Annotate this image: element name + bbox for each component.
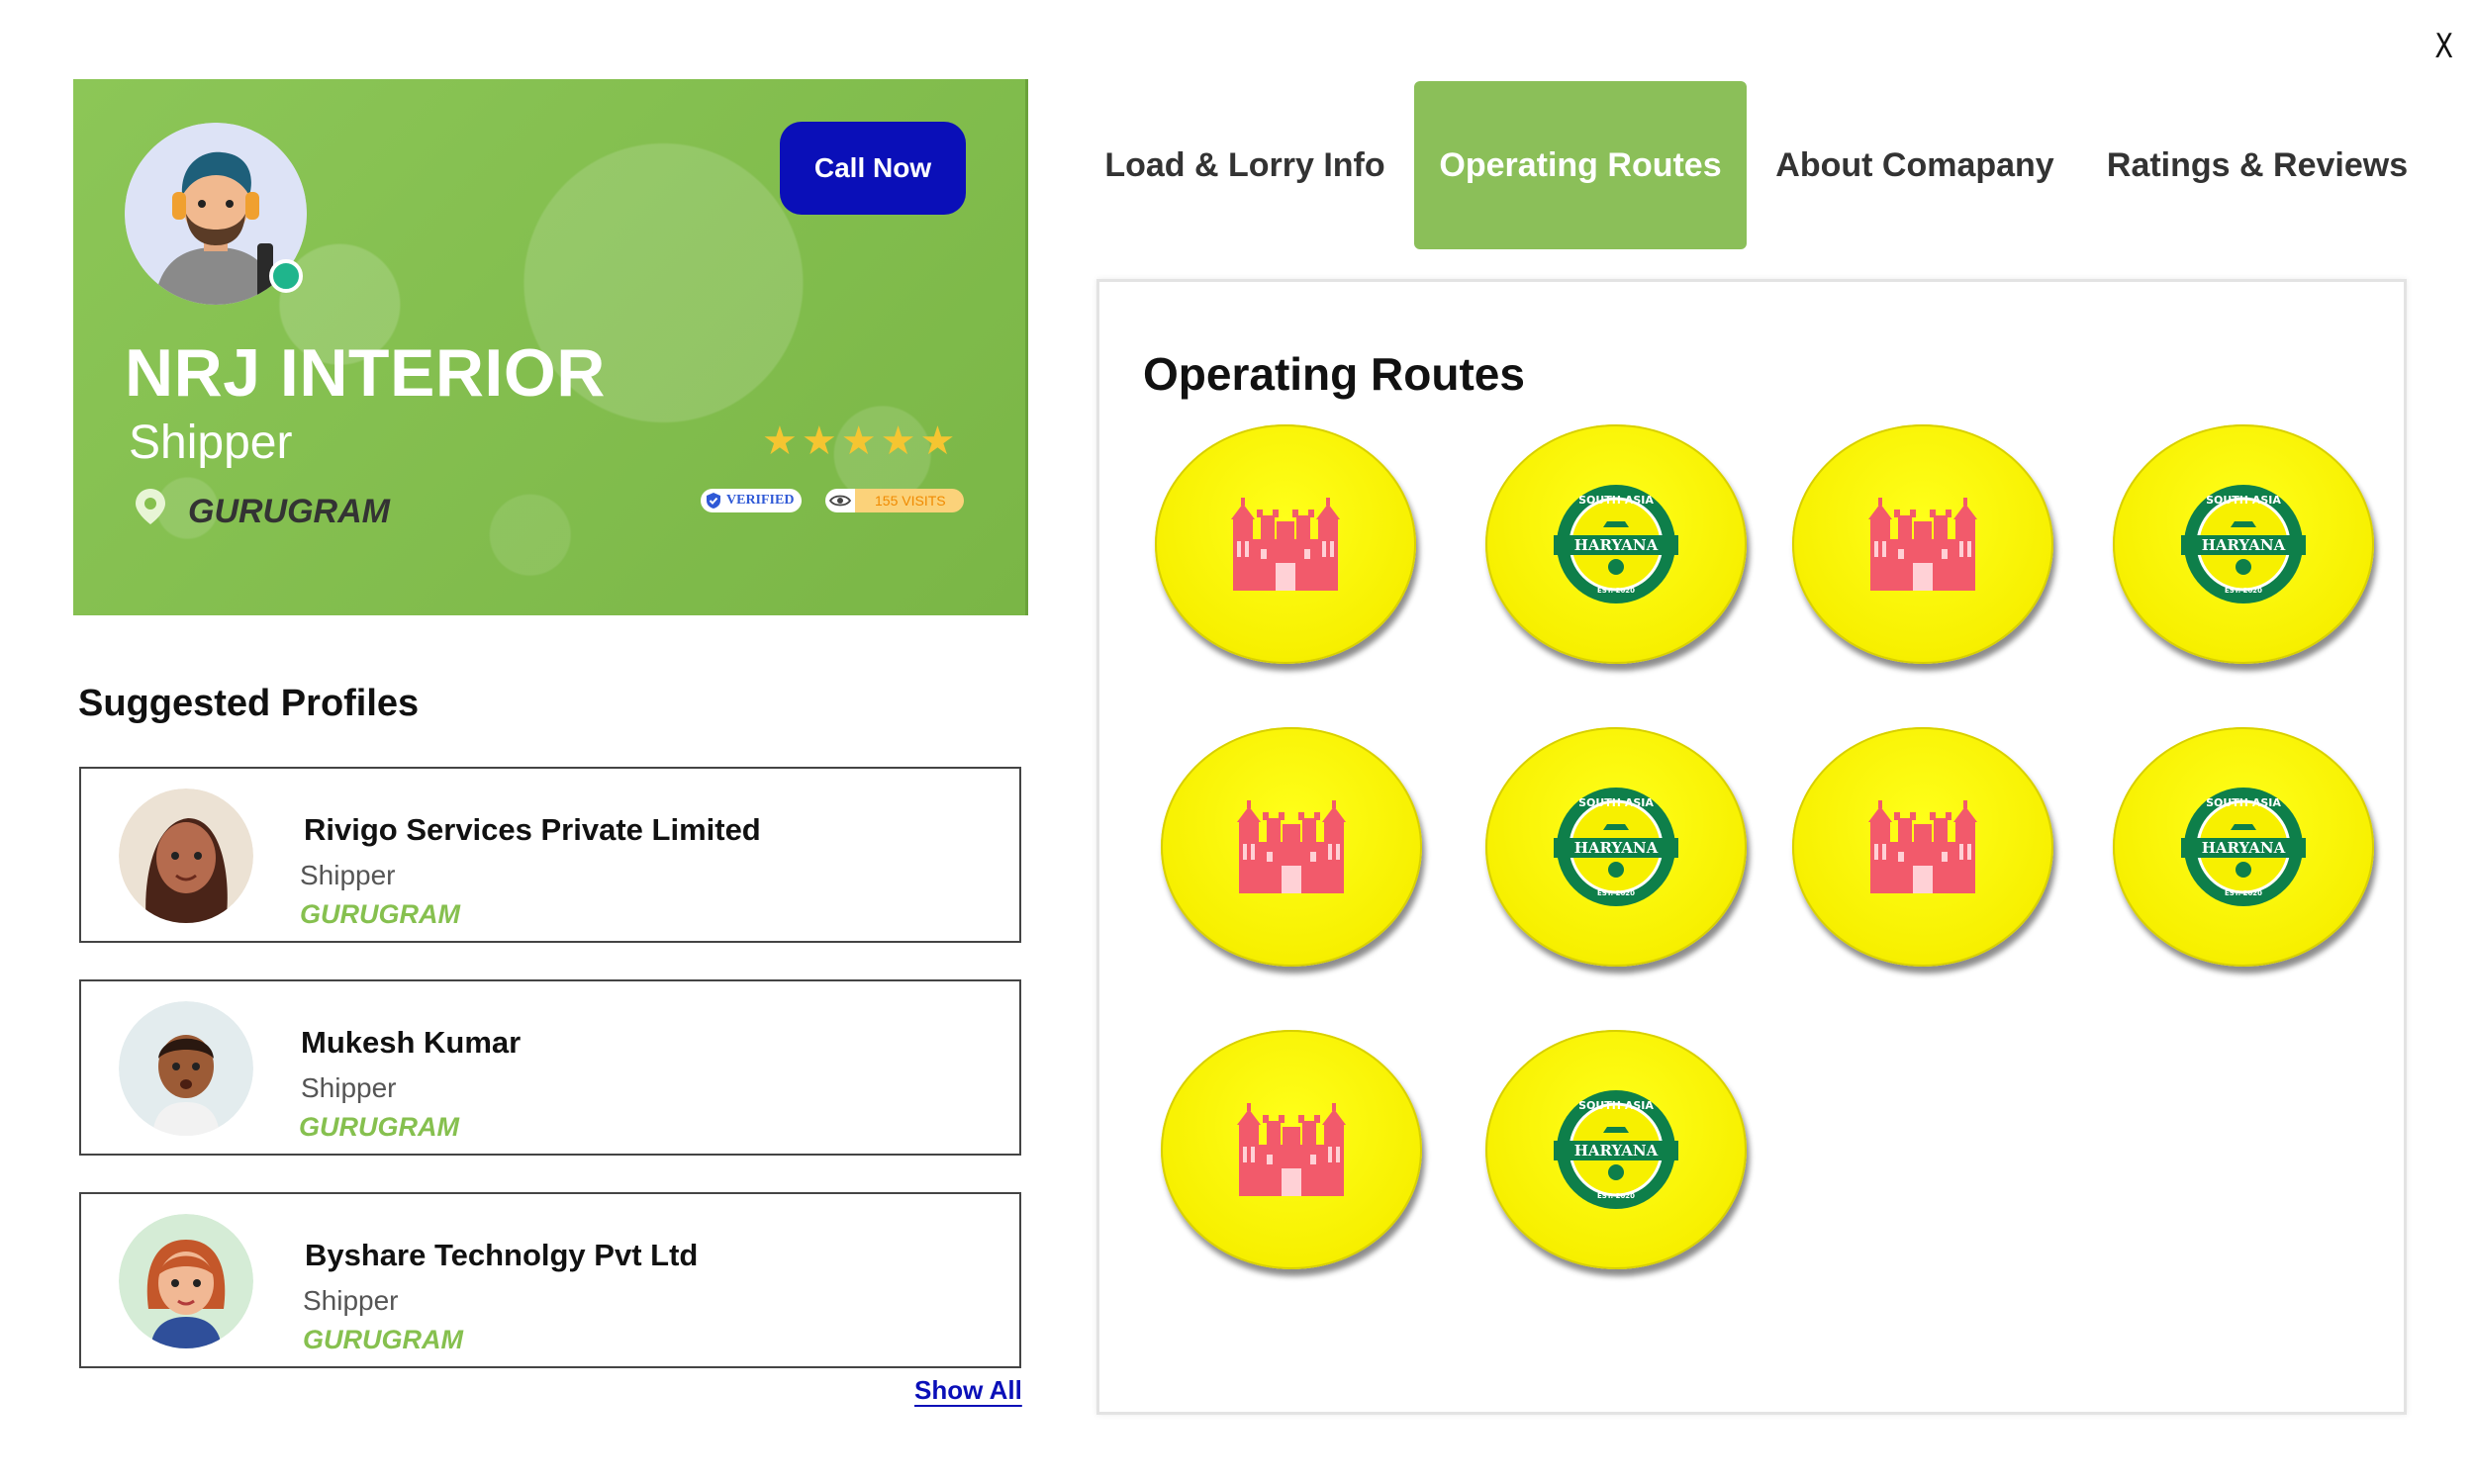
- route-badge[interactable]: [1161, 727, 1422, 967]
- svg-text:HARYANA: HARYANA: [1574, 1142, 1659, 1159]
- svg-text:EST. 2020: EST. 2020: [1597, 587, 1635, 595]
- rating-stars: ★ ★ ★ ★ ★: [762, 421, 955, 461]
- route-badge[interactable]: [1792, 727, 2053, 967]
- verified-badge: VERIFIED: [701, 489, 803, 512]
- suggested-profile-city: GURUGRAM: [303, 1325, 463, 1354]
- svg-text:SOUTH ASIA: SOUTH ASIA: [1578, 1099, 1654, 1112]
- svg-text:SOUTH ASIA: SOUTH ASIA: [2206, 494, 2281, 507]
- visits-label: 155 VISITS: [875, 493, 946, 509]
- haryana-emblem-icon: SOUTH ASIA HARYANA EST. 2020: [1554, 485, 1678, 603]
- profile-role: Shipper: [129, 417, 293, 469]
- location-pin-icon: [136, 489, 165, 524]
- suggested-profile-city: GURUGRAM: [300, 899, 460, 929]
- svg-text:EST. 2020: EST. 2020: [2225, 587, 2262, 595]
- svg-text:SOUTH ASIA: SOUTH ASIA: [2206, 796, 2281, 809]
- red-fort-icon: [1868, 800, 1977, 893]
- star-icon: ★: [840, 419, 877, 463]
- route-badge[interactable]: [1161, 1030, 1422, 1269]
- svg-text:SOUTH ASIA: SOUTH ASIA: [1578, 494, 1654, 507]
- red-fort-icon: [1231, 498, 1340, 591]
- profile-city: GURUGRAM: [188, 493, 390, 530]
- route-badge[interactable]: SOUTH ASIA HARYANA EST. 2020: [2113, 424, 2374, 664]
- route-badge[interactable]: SOUTH ASIA HARYANA EST. 2020: [1485, 727, 1747, 967]
- svg-text:EST. 2020: EST. 2020: [1597, 889, 1635, 897]
- suggested-profiles-title: Suggested Profiles: [78, 683, 420, 724]
- haryana-emblem-icon: SOUTH ASIA HARYANA EST. 2020: [1554, 788, 1678, 906]
- suggested-profile-city: GURUGRAM: [299, 1112, 459, 1142]
- verified-label: VERIFIED: [726, 493, 795, 508]
- visits-badge: 155 VISITS: [825, 489, 964, 512]
- svg-text:HARYANA: HARYANA: [2202, 839, 2286, 857]
- route-badge[interactable]: SOUTH ASIA HARYANA EST. 2020: [2113, 727, 2374, 967]
- haryana-emblem-icon: SOUTH ASIA HARYANA EST. 2020: [1554, 1090, 1678, 1209]
- profile-card: Call Now NRJ INTERIOR Shipper GURUGRAM ★…: [73, 79, 1028, 615]
- svg-text:HARYANA: HARYANA: [1574, 536, 1659, 554]
- haryana-emblem-icon: SOUTH ASIA HARYANA EST. 2020: [2181, 788, 2306, 906]
- svg-text:HARYANA: HARYANA: [2202, 536, 2286, 554]
- svg-text:SOUTH ASIA: SOUTH ASIA: [1578, 796, 1654, 809]
- avatar: [119, 788, 253, 923]
- star-icon: ★: [762, 419, 798, 463]
- suggested-profile-card[interactable]: Byshare Technolgy Pvt Ltd Shipper GURUGR…: [79, 1192, 1021, 1368]
- red-fort-icon: [1237, 800, 1346, 893]
- routes-title: Operating Routes: [1143, 348, 1525, 400]
- suggested-profile-name[interactable]: Rivigo Services Private Limited: [304, 812, 761, 848]
- suggested-profile-role: Shipper: [300, 860, 396, 890]
- operating-routes-panel: Operating Routes SOUTH ASIA HARYANA EST.…: [1096, 279, 2407, 1415]
- route-badge[interactable]: SOUTH ASIA HARYANA EST. 2020: [1485, 1030, 1747, 1269]
- haryana-emblem-icon: SOUTH ASIA HARYANA EST. 2020: [2181, 485, 2306, 603]
- suggested-profile-card[interactable]: Rivigo Services Private Limited Shipper …: [79, 767, 1021, 943]
- route-badge[interactable]: SOUTH ASIA HARYANA EST. 2020: [1485, 424, 1747, 664]
- avatar: [119, 1001, 253, 1136]
- suggested-profile-role: Shipper: [303, 1285, 399, 1316]
- route-badge[interactable]: [1155, 424, 1416, 664]
- profile-name: NRJ INTERIOR: [125, 335, 606, 411]
- red-fort-icon: [1237, 1103, 1346, 1196]
- online-status-dot: [269, 259, 303, 293]
- avatar: [119, 1214, 253, 1348]
- suggested-profile-name[interactable]: Byshare Technolgy Pvt Ltd: [305, 1238, 698, 1273]
- show-all-link[interactable]: Show All: [914, 1375, 1022, 1406]
- eye-icon: [825, 494, 855, 508]
- svg-text:EST. 2020: EST. 2020: [2225, 889, 2262, 897]
- call-now-button[interactable]: Call Now: [780, 122, 966, 215]
- tab-load-lorry-info[interactable]: Load & Lorry Info: [1096, 81, 1393, 249]
- suggested-profile-name[interactable]: Mukesh Kumar: [301, 1025, 521, 1061]
- star-icon: ★: [919, 419, 956, 463]
- star-icon: ★: [801, 419, 837, 463]
- red-fort-icon: [1868, 498, 1977, 591]
- star-icon: ★: [880, 419, 916, 463]
- tab-operating-routes[interactable]: Operating Routes: [1414, 81, 1747, 249]
- shield-check-icon: [707, 493, 720, 509]
- suggested-profile-card[interactable]: Mukesh Kumar Shipper GURUGRAM: [79, 979, 1021, 1156]
- svg-text:HARYANA: HARYANA: [1574, 839, 1659, 857]
- suggested-profile-role: Shipper: [301, 1072, 397, 1103]
- tab-ratings-reviews[interactable]: Ratings & Reviews: [2102, 81, 2413, 249]
- route-badge[interactable]: [1792, 424, 2053, 664]
- tab-about-company[interactable]: About Comapany: [1771, 81, 2058, 249]
- svg-text:EST. 2020: EST. 2020: [1597, 1192, 1635, 1200]
- close-button[interactable]: X: [2434, 30, 2453, 63]
